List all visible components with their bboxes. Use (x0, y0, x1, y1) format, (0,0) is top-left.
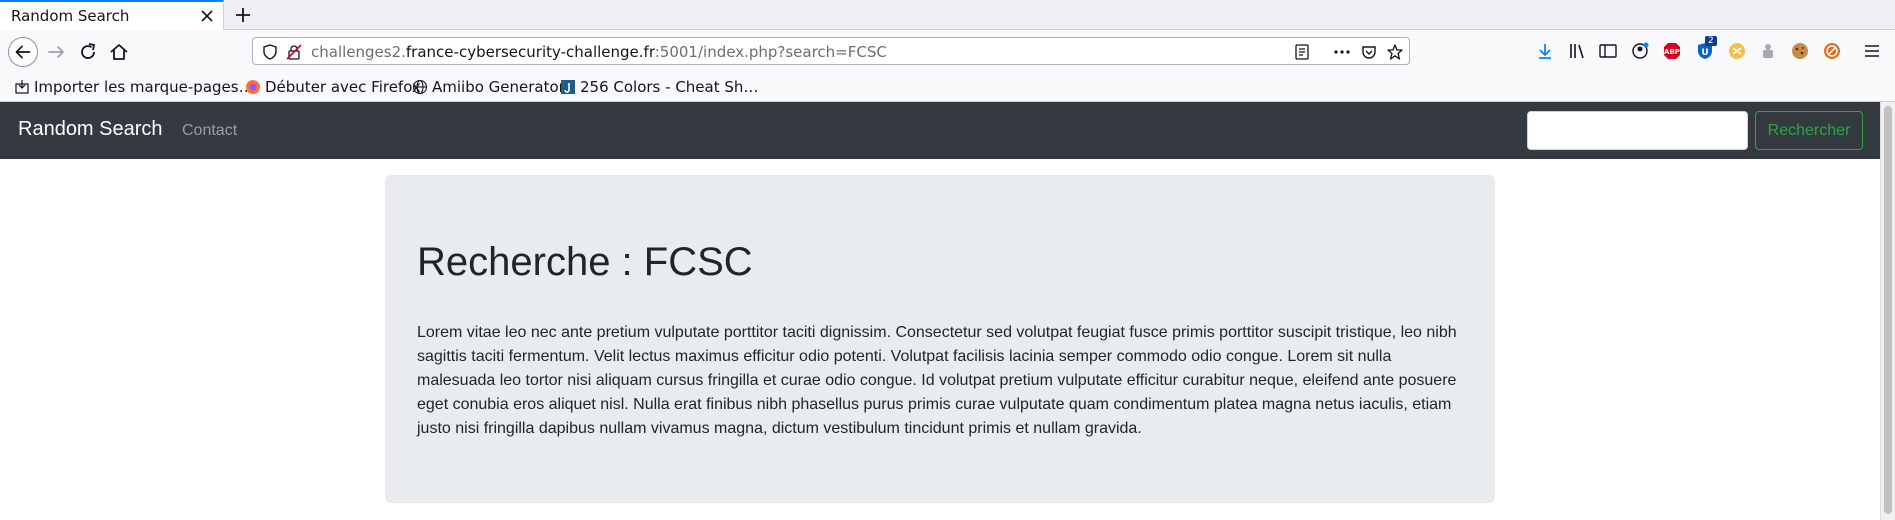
extension-yellow-icon[interactable] (1727, 41, 1747, 61)
site-navbar: Random Search Contact Rechercher (0, 102, 1880, 159)
bookmark-star-icon[interactable] (1386, 43, 1404, 61)
more-actions-icon[interactable] (1333, 43, 1351, 61)
account-icon[interactable] (1630, 41, 1650, 61)
nav-link-contact[interactable]: Contact (182, 122, 237, 140)
extension-puzzle-icon[interactable] (1758, 41, 1778, 61)
extension-badge: 2 (1705, 36, 1717, 46)
lorem-paragraph: Lorem vitae leo nec ante pretium vulputa… (417, 324, 1457, 437)
new-tab-icon[interactable] (232, 4, 254, 26)
cookie-icon[interactable] (1790, 41, 1810, 61)
svg-text:U: U (1701, 48, 1708, 58)
browser-tab[interactable]: Random Search (0, 0, 224, 30)
nav-toolbar: challenges2.france-cybersecurity-challen… (0, 30, 1895, 72)
tracking-shield-icon[interactable] (261, 43, 279, 61)
bookmark-item[interactable]: Amiibo Generator (412, 78, 565, 96)
search-button[interactable]: Rechercher (1755, 111, 1863, 150)
bookmark-item[interactable]: Débuter avec Firefox (245, 78, 421, 96)
reload-icon[interactable] (75, 39, 101, 65)
firefox-icon (246, 80, 260, 94)
extension-blocked-icon[interactable] (1822, 41, 1842, 61)
svg-text:ABP: ABP (1664, 48, 1680, 56)
page-title: Recherche : FCSC (417, 240, 753, 284)
tab-strip: Random Search (0, 0, 1895, 30)
adblock-plus-icon[interactable]: ABP (1662, 41, 1682, 61)
forward-arrow-icon[interactable] (44, 39, 70, 65)
scrollbar-thumb[interactable] (1884, 106, 1892, 514)
url-bar[interactable]: challenges2.france-cybersecurity-challen… (252, 37, 1410, 65)
page-viewport: Random Search Contact Rechercher Recherc… (0, 102, 1880, 520)
back-arrow-icon[interactable] (8, 37, 38, 67)
globe-icon (412, 79, 428, 95)
search-input[interactable] (1527, 111, 1748, 150)
vertical-scrollbar[interactable] (1880, 102, 1895, 520)
pocket-icon[interactable] (1360, 43, 1378, 61)
hamburger-menu-icon[interactable] (1862, 41, 1882, 61)
bookmarks-toolbar: Importer les marque-pages… Débuter avec … (0, 72, 1895, 102)
jumbotron: Recherche : FCSC Lorem vitae leo nec ant… (385, 175, 1495, 503)
bookmark-favicon (561, 80, 575, 94)
import-icon (15, 80, 29, 94)
site-brand[interactable]: Random Search (18, 118, 163, 141)
sidebar-icon[interactable] (1598, 41, 1618, 61)
tab-title: Random Search (11, 7, 130, 25)
reader-view-icon[interactable] (1293, 43, 1311, 61)
library-icon[interactable] (1567, 41, 1587, 61)
url-text: challenges2.france-cybersecurity-challen… (311, 43, 887, 61)
insecure-connection-icon[interactable] (285, 43, 303, 61)
bookmark-item[interactable]: 256 Colors - Cheat Sh… (560, 78, 758, 96)
close-icon[interactable] (198, 7, 216, 25)
downloads-icon[interactable] (1535, 41, 1555, 61)
home-icon[interactable] (106, 39, 132, 65)
bookmark-item[interactable]: Importer les marque-pages… (14, 78, 254, 96)
